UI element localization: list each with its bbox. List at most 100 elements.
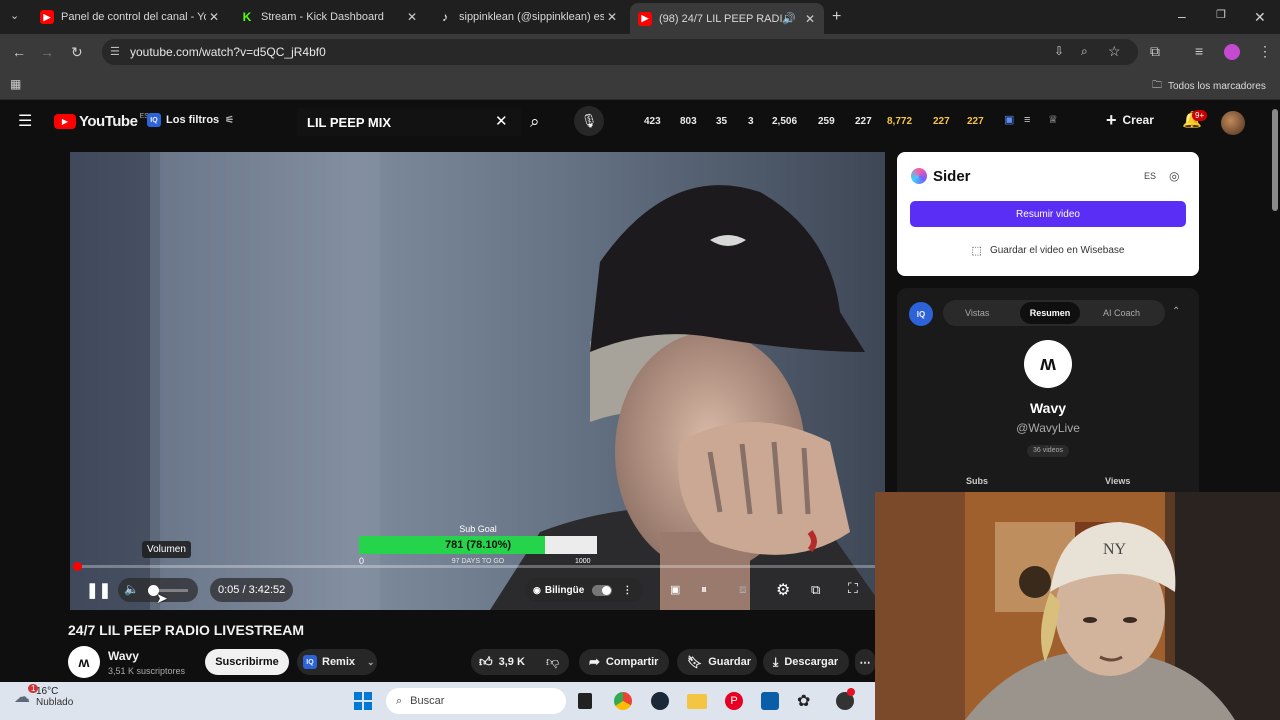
minimize-icon[interactable]: –: [1178, 9, 1186, 23]
profile-avatar[interactable]: [1224, 44, 1240, 60]
browser-menu-icon[interactable]: ⋮: [1258, 44, 1272, 58]
create-button[interactable]: + Crear: [1106, 111, 1154, 129]
iq-player-icon[interactable]: ▣: [670, 583, 680, 596]
share-icon: ➦: [589, 654, 600, 669]
stat-subs: 227: [933, 116, 950, 127]
save-wisebase-button[interactable]: ⬚ Guardar el video en Wisebase: [910, 237, 1186, 263]
account-avatar[interactable]: [1221, 111, 1245, 135]
taskbar-search[interactable]: ⌕ Buscar: [386, 688, 566, 714]
settings-gear-icon[interactable]: ⚙: [776, 580, 790, 600]
folder-app-icon[interactable]: [687, 694, 707, 709]
tab-ai-coach[interactable]: AI Coach: [1103, 308, 1140, 318]
close-window-icon[interactable]: ✕: [1254, 10, 1266, 24]
like-button[interactable]: 👍︎ 3,9 K: [479, 654, 525, 670]
sider-settings-icon[interactable]: ◎: [1169, 169, 1179, 183]
youtube-logo[interactable]: ▶ YouTube ES: [54, 113, 149, 130]
weather-widget[interactable]: ☁ 1 16°C Nublado: [14, 684, 73, 708]
channel-link[interactable]: Wavy: [108, 649, 139, 663]
bilingual-toggle[interactable]: ◉ Bilingüe ⋮: [525, 578, 643, 602]
forward-icon[interactable]: →: [40, 45, 54, 59]
volume-icon[interactable]: 🔈: [124, 582, 139, 596]
zoom-icon[interactable]: ⌕: [1081, 45, 1088, 57]
summarize-label: Resumir video: [1016, 208, 1080, 220]
close-tab-icon[interactable]: ✕: [404, 10, 420, 24]
clear-search-icon[interactable]: ✕: [495, 114, 508, 129]
share-button[interactable]: ➦ Compartir: [579, 649, 669, 675]
webcam-overlay: NY: [875, 492, 1280, 720]
subscribe-label: Suscribirme: [215, 656, 279, 668]
save-button[interactable]: 🔖︎ Guardar: [677, 649, 757, 675]
sider-language[interactable]: ES: [1144, 171, 1156, 181]
create-label: Crear: [1122, 113, 1154, 127]
taskbar-search-label: Buscar: [410, 695, 445, 707]
dislike-button[interactable]: 👎︎: [546, 654, 559, 670]
remix-button[interactable]: IQ Remix ⌄: [297, 649, 377, 675]
chatgpt-app-icon[interactable]: ✿: [797, 691, 810, 711]
tab-youtube-studio[interactable]: ▶ Panel de control del canal - Yo... ✕: [32, 4, 228, 30]
install-app-icon[interactable]: ⇩: [1054, 45, 1064, 57]
tab-tiktok[interactable]: ♪ sippinklean (@sippinklean) está... ✕: [430, 4, 626, 30]
bookmark-star-icon[interactable]: ☆: [1108, 44, 1121, 58]
tab-youtube-active[interactable]: ▶ (98) 24/7 LIL PEEP RADIO L... 🔊 ✕: [630, 3, 824, 34]
channel-avatar-small[interactable]: ʍ: [68, 646, 100, 678]
voice-search-icon[interactable]: 🎙: [574, 106, 604, 136]
subscribe-button[interactable]: Suscribirme: [205, 649, 289, 675]
url-field[interactable]: ☰ youtube.com/watch?v=d5QC_jR4bf0: [102, 39, 1138, 65]
extensions-icon[interactable]: ⧉: [1150, 44, 1160, 58]
seek-handle[interactable]: [73, 562, 82, 571]
tiktok-favicon-icon: ♪: [442, 10, 448, 24]
media-control-icon[interactable]: ≡: [1195, 44, 1203, 58]
pinterest-app-icon[interactable]: P: [725, 692, 743, 710]
subtitles-icon[interactable]: ⧈: [739, 582, 747, 597]
autoplay-icon[interactable]: ⏸: [701, 582, 707, 597]
all-bookmarks-label: Todos los marcadores: [1168, 81, 1266, 92]
all-bookmarks-folder[interactable]: 🗀 Todos los marcadores: [1152, 78, 1266, 95]
filters-button[interactable]: IQ Los filtros ⚟: [147, 113, 234, 127]
steam-app-icon[interactable]: [651, 692, 669, 710]
youtube-favicon-icon: ▶: [40, 10, 54, 24]
fullscreen-icon[interactable]: ⛶: [848, 580, 858, 597]
download-label: Descargar: [784, 656, 839, 668]
iq-toolbar-icon[interactable]: ▣: [1004, 115, 1014, 126]
file-explorer-app-icon[interactable]: [578, 693, 592, 709]
close-tab-icon[interactable]: ✕: [206, 10, 222, 24]
stat-time: 259: [818, 116, 835, 127]
more-options-icon[interactable]: ⋮: [622, 585, 632, 596]
hamburger-menu-icon[interactable]: ☰: [18, 114, 32, 130]
sub-goal-end: 1000: [575, 558, 591, 565]
like-count: 3,9 K: [498, 656, 525, 668]
chrome-app-icon[interactable]: [614, 692, 632, 710]
seek-bar[interactable]: [78, 565, 877, 568]
channel-handle: @WavyLive: [1016, 421, 1080, 435]
reload-icon[interactable]: ↻: [71, 45, 83, 59]
restore-icon[interactable]: ❐: [1216, 10, 1226, 21]
tab-kick-dashboard[interactable]: K Stream - Kick Dashboard ✕: [232, 4, 426, 30]
speaker-icon[interactable]: 🔊: [782, 12, 796, 25]
tab-search-icon[interactable]: ⌄: [10, 11, 19, 22]
search-icon[interactable]: ⌕: [530, 113, 540, 130]
queue-icon[interactable]: ≡: [1024, 115, 1030, 126]
download-button[interactable]: ⤓ Descargar: [763, 649, 849, 675]
tab-resumen[interactable]: Resumen: [1020, 302, 1080, 324]
site-info-icon[interactable]: ☰: [110, 45, 120, 58]
channel-avatar[interactable]: ʍ: [1024, 340, 1072, 388]
pause-button[interactable]: ❚❚: [86, 581, 111, 599]
store-app-icon[interactable]: [761, 692, 779, 710]
video-player[interactable]: Sub Goal 781 (78.10%) 0 97 DAYS TO GO 10…: [70, 152, 885, 610]
toggle-switch[interactable]: [592, 584, 613, 596]
miniplayer-icon[interactable]: ⧉: [811, 582, 820, 598]
tab-vistas[interactable]: Vistas: [965, 308, 989, 318]
sider-logo-icon: [911, 168, 927, 184]
windows-start-icon[interactable]: [354, 692, 372, 710]
more-actions-button[interactable]: ⋯: [855, 649, 875, 675]
back-icon[interactable]: ←: [12, 45, 26, 59]
new-tab-icon[interactable]: +: [832, 9, 841, 25]
close-tab-icon[interactable]: ✕: [604, 10, 620, 24]
close-tab-icon[interactable]: ✕: [802, 12, 818, 26]
scrollbar-thumb[interactable]: [1272, 109, 1278, 211]
search-input[interactable]: LIL PEEP MIX: [297, 108, 521, 136]
apps-grid-icon[interactable]: ▦: [10, 78, 21, 90]
collapse-icon[interactable]: ⌃: [1172, 306, 1180, 317]
summarize-video-button[interactable]: Resumir video: [910, 201, 1186, 227]
trophy-icon[interactable]: ♕: [1048, 115, 1058, 126]
